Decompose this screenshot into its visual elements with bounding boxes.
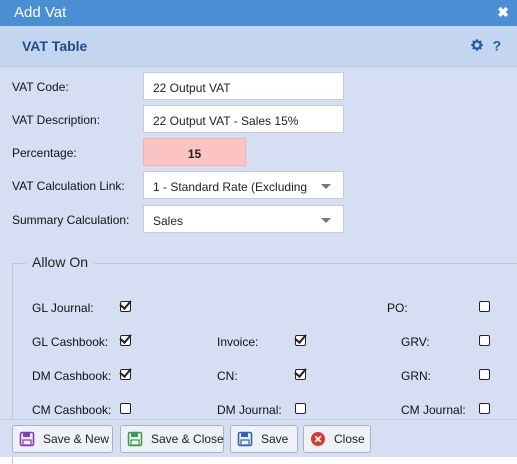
- cn-label: CN:: [217, 369, 238, 383]
- save-close-icon: [127, 431, 143, 447]
- invoice-label: Invoice:: [217, 335, 259, 349]
- chevron-down-icon[interactable]: [321, 218, 331, 223]
- cm-cashbook-label: CM Cashbook:: [32, 403, 112, 417]
- grv-label: GRV:: [401, 335, 430, 349]
- gear-icon[interactable]: [470, 38, 484, 52]
- close-label: Close: [334, 432, 365, 446]
- gl-cashbook-label: GL Cashbook:: [32, 335, 109, 349]
- save-close-label: Save & Close: [151, 432, 224, 446]
- vat-description-input[interactable]: 22 Output VAT - Sales 15%: [143, 105, 344, 133]
- gl-cashbook-checkbox[interactable]: [120, 335, 131, 346]
- window-titlebar: Add Vat ✖: [0, 0, 517, 26]
- cn-checkbox[interactable]: [295, 369, 306, 380]
- save-icon: [237, 431, 253, 447]
- section-title: VAT Table: [22, 38, 88, 54]
- close-icon[interactable]: ✖: [497, 4, 509, 20]
- cm-journal-label: CM Journal:: [401, 403, 466, 417]
- grv-checkbox[interactable]: [479, 335, 490, 346]
- vat-calc-link-select[interactable]: 1 - Standard Rate (Excluding: [143, 171, 344, 199]
- cm-cashbook-checkbox[interactable]: [120, 403, 131, 414]
- close-circle-icon: [311, 432, 325, 446]
- save-new-label: Save & New: [43, 432, 110, 446]
- vat-code-label: VAT Code:: [12, 80, 69, 94]
- dm-cashbook-label: DM Cashbook:: [32, 369, 112, 383]
- gl-journal-label: GL Journal:: [32, 301, 94, 315]
- save-label: Save: [261, 432, 289, 446]
- gl-journal-checkbox[interactable]: [120, 301, 131, 312]
- grn-checkbox[interactable]: [479, 369, 490, 380]
- header-icons: ?: [470, 37, 504, 53]
- vat-code-input[interactable]: 22 Output VAT: [143, 72, 344, 100]
- invoice-checkbox[interactable]: [295, 335, 306, 346]
- help-icon[interactable]: ?: [490, 37, 504, 53]
- save-new-icon: [19, 431, 35, 447]
- close-button[interactable]: Close: [303, 425, 371, 453]
- cm-journal-checkbox[interactable]: [479, 403, 490, 414]
- po-checkbox[interactable]: [479, 301, 490, 312]
- summary-calc-select[interactable]: Sales: [143, 205, 344, 233]
- summary-calc-label: Summary Calculation:: [12, 213, 130, 227]
- save-new-button[interactable]: Save & New: [12, 425, 113, 453]
- summary-calc-value: Sales: [153, 214, 184, 228]
- dm-journal-checkbox[interactable]: [295, 403, 306, 414]
- vat-calc-link-label: VAT Calculation Link:: [12, 179, 125, 193]
- vat-description-label: VAT Description:: [12, 113, 101, 127]
- dialog-body: VAT Table ? VAT Code: 22 Output VAT VAT …: [0, 26, 517, 464]
- dm-cashbook-checkbox[interactable]: [120, 369, 131, 380]
- svg-text:?: ?: [493, 38, 502, 52]
- button-bar: Save & New Save & Close Save Close: [0, 419, 517, 457]
- percentage-label: Percentage:: [12, 146, 77, 160]
- allow-on-legend: Allow On: [26, 254, 95, 270]
- dm-journal-label: DM Journal:: [217, 403, 282, 417]
- grn-label: GRN:: [401, 369, 431, 383]
- save-close-button[interactable]: Save & Close: [120, 425, 224, 453]
- chevron-down-icon[interactable]: [321, 184, 331, 189]
- save-button[interactable]: Save: [230, 425, 298, 453]
- po-label: PO:: [387, 301, 408, 315]
- percentage-input[interactable]: 15: [143, 138, 246, 166]
- vat-calc-link-value: 1 - Standard Rate (Excluding: [153, 180, 308, 194]
- section-header: VAT Table ?: [0, 26, 517, 67]
- window-title: Add Vat: [14, 4, 67, 21]
